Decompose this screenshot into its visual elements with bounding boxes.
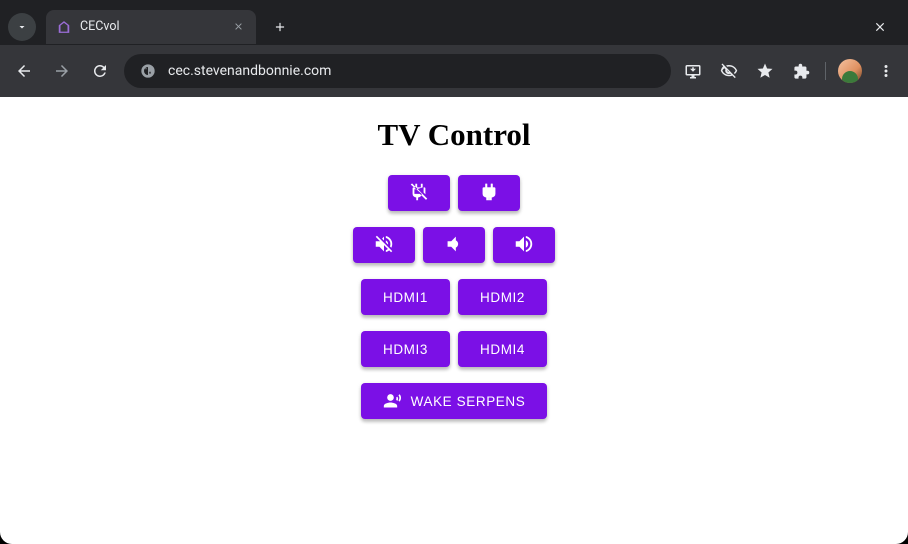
wake-serpens-button[interactable]: WAKE SERPENS [361, 383, 548, 419]
hdmi2-button[interactable]: HDMI2 [458, 279, 547, 315]
tab-bar: CECvol [0, 0, 908, 45]
tab-close-button[interactable] [230, 19, 246, 35]
url-bar[interactable]: cec.stevenandbonnie.com [124, 54, 671, 88]
install-app-icon[interactable] [681, 59, 705, 83]
input-row-2: HDMI3 HDMI4 [361, 331, 547, 367]
hdmi2-label: HDMI2 [480, 290, 525, 305]
volume-up-icon [513, 233, 535, 258]
profile-avatar[interactable] [838, 59, 862, 83]
browser-menu-button[interactable] [874, 59, 898, 83]
hdmi3-button[interactable]: HDMI3 [361, 331, 450, 367]
page-content: TV Control [0, 97, 908, 544]
hdmi3-label: HDMI3 [383, 342, 428, 357]
url-text: cec.stevenandbonnie.com [168, 63, 331, 79]
wake-label: WAKE SERPENS [411, 394, 526, 409]
browser-tab[interactable]: CECvol [46, 10, 256, 44]
browser-chrome: CECvol cec.stevenandbonnie.com [0, 0, 908, 97]
forward-button[interactable] [48, 57, 76, 85]
power-on-button[interactable] [458, 175, 520, 211]
toolbar-divider [825, 62, 826, 80]
power-off-icon [408, 181, 430, 206]
tab-search-dropdown[interactable] [8, 13, 36, 41]
page-title: TV Control [377, 117, 530, 153]
hdmi4-button[interactable]: HDMI4 [458, 331, 547, 367]
tab-title: CECvol [80, 19, 222, 34]
bookmark-star-icon[interactable] [753, 59, 777, 83]
power-off-button[interactable] [388, 175, 450, 211]
wake-row: WAKE SERPENS [361, 383, 548, 419]
hdmi4-label: HDMI4 [480, 342, 525, 357]
power-row [388, 175, 520, 211]
input-row-1: HDMI1 HDMI2 [361, 279, 547, 315]
volume-down-button[interactable] [423, 227, 485, 263]
power-plug-icon [478, 181, 500, 206]
hdmi1-button[interactable]: HDMI1 [361, 279, 450, 315]
volume-down-icon [443, 233, 465, 258]
tab-favicon-icon [56, 19, 72, 35]
reload-button[interactable] [86, 57, 114, 85]
window-close-button[interactable] [866, 13, 894, 41]
volume-up-button[interactable] [493, 227, 555, 263]
mute-button[interactable] [353, 227, 415, 263]
incognito-eye-off-icon[interactable] [717, 59, 741, 83]
back-button[interactable] [10, 57, 38, 85]
volume-row [353, 227, 555, 263]
new-tab-button[interactable] [266, 13, 294, 41]
site-settings-icon[interactable] [138, 61, 158, 81]
browser-toolbar: cec.stevenandbonnie.com [0, 45, 908, 97]
extensions-icon[interactable] [789, 59, 813, 83]
wake-voice-icon [383, 390, 403, 413]
hdmi1-label: HDMI1 [383, 290, 428, 305]
volume-mute-icon [373, 233, 395, 258]
